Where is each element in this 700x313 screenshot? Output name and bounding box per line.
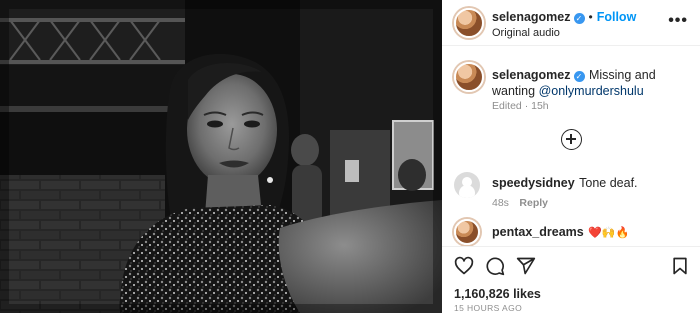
verified-badge-icon: ✓	[573, 71, 585, 82]
bookmark-icon[interactable]	[670, 256, 690, 276]
comment-meta: 48s Reply	[492, 193, 548, 211]
post-panel: selenagomez ✓ • Follow Original audio ••• s…	[442, 0, 700, 313]
author-username[interactable]: selenagomez	[492, 10, 571, 24]
likes-count[interactable]: 1,160,826 likes	[454, 287, 541, 301]
load-more-comments-icon[interactable]	[561, 129, 582, 150]
comment-username[interactable]: speedysidney	[492, 176, 575, 190]
separator-dot: •	[588, 10, 593, 24]
post-timestamp: 15 HOURS AGO	[454, 303, 523, 313]
comment-username[interactable]: pentax_dreams	[492, 225, 584, 239]
caption-meta: Edited · 15h	[492, 100, 549, 112]
reply-button[interactable]: Reply	[519, 197, 548, 209]
verified-badge-icon: ✓	[573, 13, 585, 24]
comment-item: speedysidney Tone deaf.	[492, 174, 638, 192]
more-options-icon[interactable]: •••	[668, 13, 688, 29]
caption-avatar[interactable]	[454, 62, 484, 92]
post-photo	[0, 0, 442, 313]
actions-divider	[442, 246, 700, 247]
commenter-avatar[interactable]	[454, 219, 480, 245]
author-avatar[interactable]	[454, 8, 484, 38]
caption-username[interactable]: selenagomez	[492, 68, 571, 82]
post-media[interactable]	[0, 0, 442, 313]
author-line: selenagomez ✓ • Follow	[492, 8, 636, 26]
heart-icon[interactable]	[454, 256, 474, 276]
caption: selenagomez ✓ Missing and wanting @onlymu…	[492, 67, 692, 99]
comment-text: Tone deaf.	[579, 176, 638, 190]
comment-time: 48s	[492, 197, 509, 209]
post-header: selenagomez ✓ • Follow Original audio •••	[442, 0, 700, 46]
caption-mention[interactable]: @onlymurdershulu	[539, 84, 644, 98]
audio-label[interactable]: Original audio	[492, 27, 560, 39]
comment-text: ❤️🙌🔥	[588, 227, 630, 239]
follow-button[interactable]: Follow	[597, 10, 637, 24]
share-icon[interactable]	[516, 256, 536, 276]
comment-icon[interactable]	[485, 256, 505, 276]
commenter-avatar[interactable]	[454, 172, 480, 198]
comment-item: pentax_dreams ❤️🙌🔥	[492, 223, 629, 241]
